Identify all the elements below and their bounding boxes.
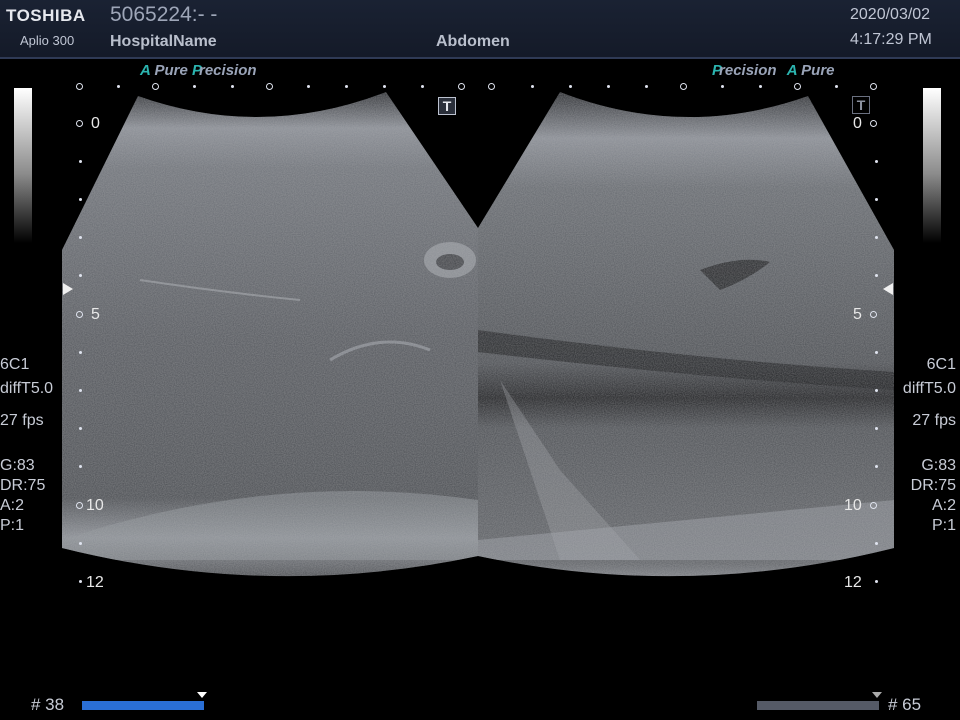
- mode-label: diffT5.0: [0, 380, 54, 397]
- mode-label: diffT5.0: [902, 380, 956, 397]
- scale-marker: [870, 83, 877, 90]
- scale-marker: [76, 83, 83, 90]
- depth-dot: [79, 389, 82, 392]
- depth-dot: [875, 389, 878, 392]
- a-label: A:2: [0, 497, 25, 514]
- fps-label: 27 fps: [0, 412, 44, 429]
- depth-dot: [79, 427, 82, 430]
- depth-dot: [79, 198, 82, 201]
- depth-marker: [76, 502, 83, 509]
- depth-dot: [79, 580, 82, 583]
- depth-dot: [875, 580, 878, 583]
- left-focus-marker[interactable]: [63, 283, 73, 295]
- depth-dot: [875, 274, 878, 277]
- depth-dot: [875, 465, 878, 468]
- scale-marker: [152, 83, 159, 90]
- scale-dot: [117, 85, 120, 88]
- scale-marker: [458, 83, 465, 90]
- gain-label: G:83: [0, 457, 35, 474]
- depth-dot: [875, 542, 878, 545]
- right-focus-marker[interactable]: [883, 283, 893, 295]
- scale-dot: [569, 85, 572, 88]
- depth-label: 5: [91, 306, 100, 323]
- dynamic-range-label: DR:75: [0, 477, 46, 494]
- left-cine-fill: [82, 701, 204, 710]
- scale-dot: [531, 85, 534, 88]
- scale-dot: [307, 85, 310, 88]
- depth-dot: [875, 236, 878, 239]
- scale-dot: [345, 85, 348, 88]
- scale-marker: [266, 83, 273, 90]
- scale-marker: [488, 83, 495, 90]
- right-grayscale-bar: [923, 88, 941, 243]
- t-icon[interactable]: T: [852, 96, 870, 114]
- depth-dot: [79, 542, 82, 545]
- depth-label: 10: [844, 497, 862, 514]
- depth-label: 10: [86, 497, 104, 514]
- depth-dot: [875, 351, 878, 354]
- probe-label: 6C1: [926, 356, 956, 373]
- depth-label: 12: [86, 574, 104, 591]
- left-grayscale-bar: [14, 88, 32, 243]
- right-ultrasound-image: [478, 92, 894, 577]
- depth-dot: [79, 236, 82, 239]
- depth-dot: [79, 160, 82, 163]
- right-cine-pointer[interactable]: [872, 692, 882, 698]
- p-label: P:1: [931, 517, 956, 534]
- scale-marker: [680, 83, 687, 90]
- depth-marker: [870, 502, 877, 509]
- depth-label: 12: [844, 574, 862, 591]
- a-label: A:2: [931, 497, 956, 514]
- right-cine-fill: [757, 701, 879, 710]
- left-ultrasound-image: [62, 92, 478, 577]
- depth-dot: [875, 198, 878, 201]
- scale-marker: [794, 83, 801, 90]
- left-cine-track[interactable]: [82, 701, 204, 710]
- right-cine-frame-label: # 65: [888, 695, 922, 714]
- depth-dot: [79, 351, 82, 354]
- depth-dot: [875, 160, 878, 163]
- gain-label: G:83: [921, 457, 956, 474]
- depth-marker: [76, 311, 83, 318]
- left-cine-pointer[interactable]: [197, 692, 207, 698]
- left-cine-frame-label: # 38: [31, 695, 65, 714]
- depth-dot: [79, 274, 82, 277]
- scale-dot: [759, 85, 762, 88]
- dynamic-range-label: DR:75: [910, 477, 956, 494]
- scale-dot: [607, 85, 610, 88]
- depth-marker: [870, 120, 877, 127]
- scale-dot: [421, 85, 424, 88]
- depth-marker: [76, 120, 83, 127]
- right-cine-track[interactable]: [757, 701, 879, 710]
- t-icon[interactable]: T: [438, 97, 456, 115]
- probe-label: 6C1: [0, 356, 30, 373]
- depth-label: 0: [91, 115, 100, 132]
- fps-label: 27 fps: [912, 412, 956, 429]
- scale-dot: [645, 85, 648, 88]
- scale-dot: [193, 85, 196, 88]
- ultrasound-images: [62, 92, 894, 577]
- depth-dot: [79, 465, 82, 468]
- scale-dot: [721, 85, 724, 88]
- scale-dot: [835, 85, 838, 88]
- depth-marker: [870, 311, 877, 318]
- depth-label: 0: [853, 115, 862, 132]
- scale-dot: [383, 85, 386, 88]
- depth-dot: [875, 427, 878, 430]
- p-label: P:1: [0, 517, 25, 534]
- scale-dot: [231, 85, 234, 88]
- depth-label: 5: [853, 306, 862, 323]
